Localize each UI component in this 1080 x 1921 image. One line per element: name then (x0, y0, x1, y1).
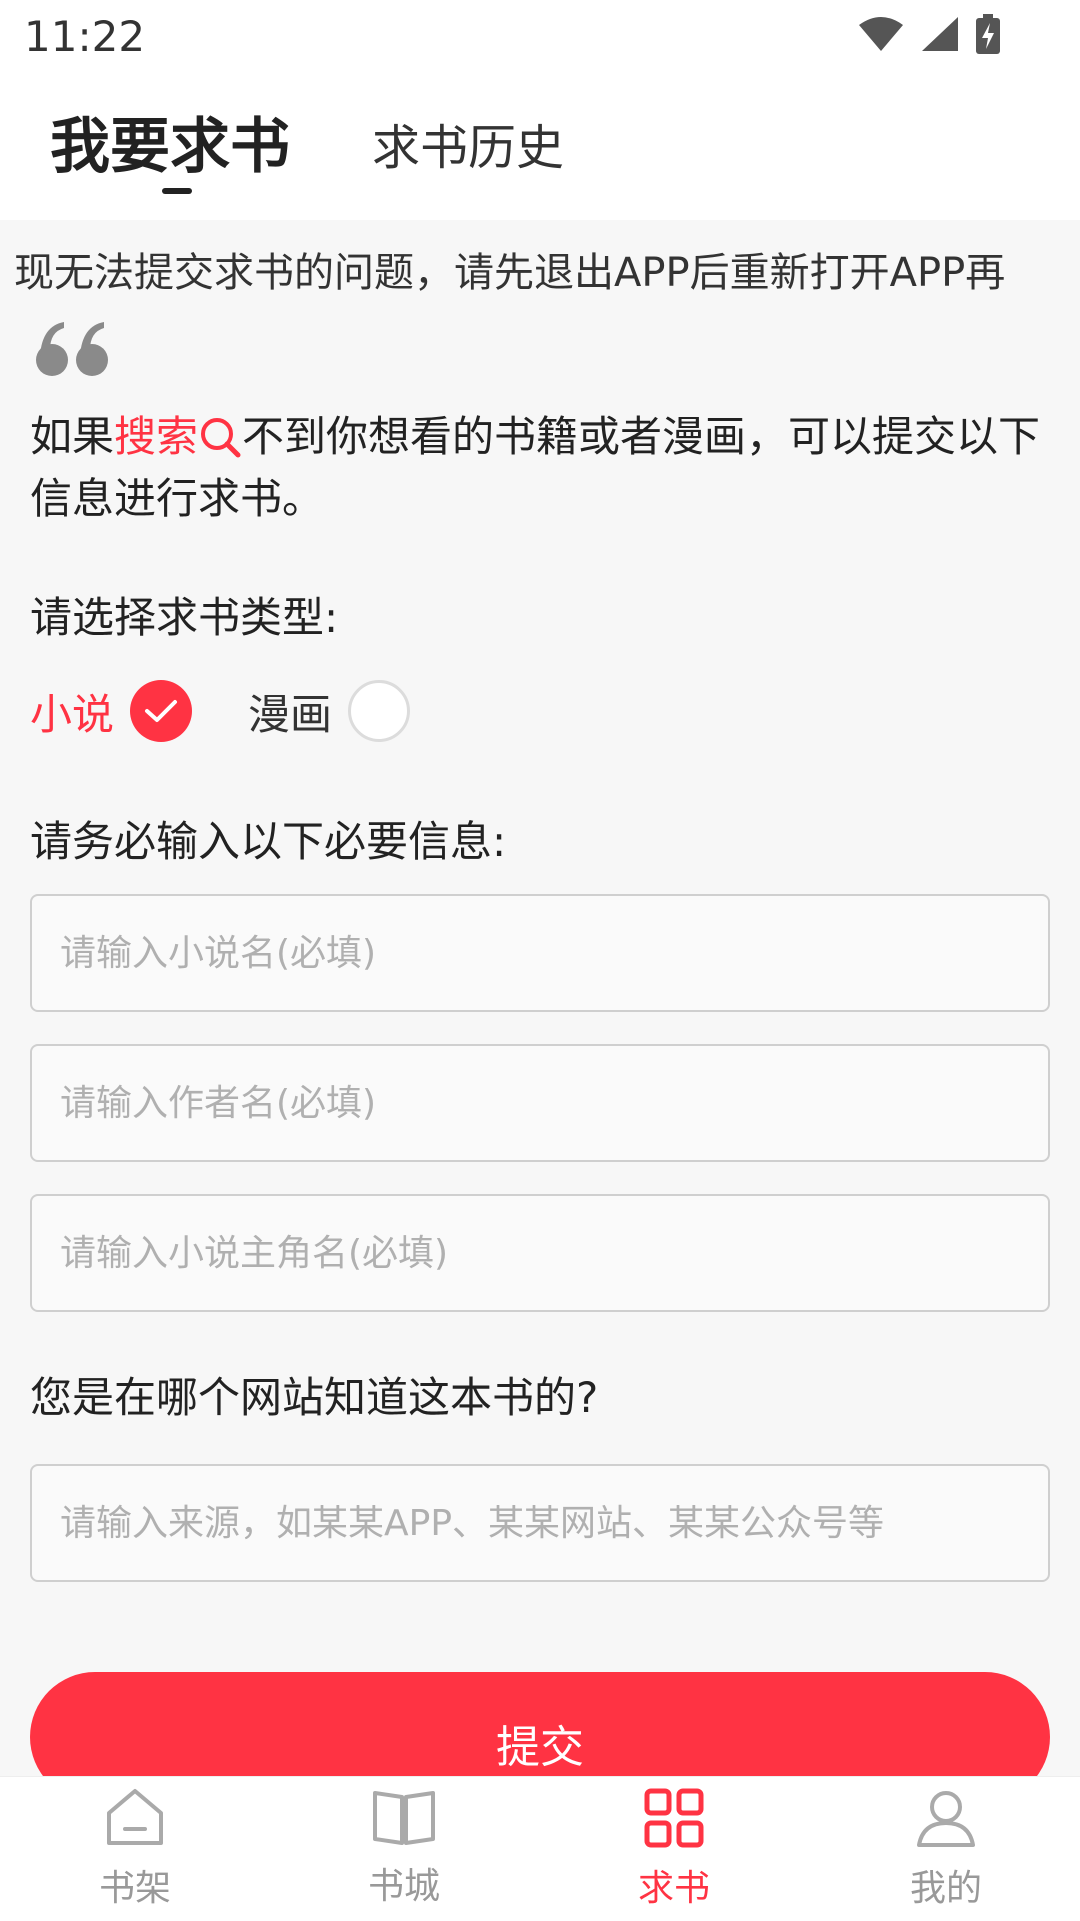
protagonist-name-input[interactable] (32, 1196, 1048, 1310)
status-bar: 11:22 (0, 0, 1080, 72)
status-icons (858, 14, 1000, 54)
type-label: 请选择求书类型: (30, 593, 339, 642)
notice-marquee: 现无法提交求书的问题，请先退出APP后重新打开APP再 (0, 220, 1080, 304)
tab-request-history[interactable]: 求书历史 (372, 108, 564, 178)
nav-item-request[interactable]: 求书 (594, 1787, 754, 1911)
nav-label-bookstore: 书城 (367, 1866, 440, 1907)
notice-text: 现无法提交求书的问题，请先退出APP后重新打开APP再 (14, 250, 1006, 296)
bottom-nav: 书架 书城 求书 我的 (0, 1776, 1080, 1921)
intro-prefix: 如果 (30, 412, 115, 461)
source-input[interactable] (32, 1466, 1048, 1580)
novel-name-field[interactable] (30, 894, 1050, 1012)
type-radio-group: 小说 漫画 (30, 680, 630, 746)
nav-label-mine: 我的 (909, 1868, 982, 1909)
signal-icon (922, 17, 958, 51)
nav-item-bookshelf[interactable]: 书架 (55, 1787, 215, 1911)
active-tab-indicator (162, 188, 192, 194)
required-label: 请务必输入以下必要信息: (30, 817, 507, 866)
nav-item-bookstore[interactable]: 书城 (324, 1787, 484, 1909)
search-link[interactable]: 搜索 (114, 412, 198, 461)
user-icon (917, 1791, 975, 1847)
nav-item-mine[interactable]: 我的 (866, 1787, 1026, 1911)
radio-comic[interactable]: 漫画 (248, 680, 411, 742)
radio-checked-icon[interactable] (130, 680, 193, 742)
header-tabs: 我要求书 求书历史 (0, 72, 1080, 220)
source-label: 您是在哪个网站知道这本书的? (30, 1373, 599, 1422)
wifi-icon (859, 17, 903, 51)
check-icon (145, 700, 178, 722)
intro-text: 如果搜索 不到你想看的书籍或者漫画，可以提交以下信息进行求书。 (30, 406, 1050, 530)
author-name-input[interactable] (32, 1046, 1048, 1160)
novel-name-input[interactable] (32, 896, 1048, 1010)
radio-comic-label: 漫画 (248, 689, 333, 739)
author-name-field[interactable] (30, 1044, 1050, 1162)
radio-novel-label: 小说 (30, 689, 115, 739)
nav-label-bookshelf: 书架 (98, 1868, 171, 1909)
radio-unchecked-icon[interactable] (348, 680, 411, 742)
grid-icon (644, 1788, 704, 1848)
radio-novel[interactable]: 小说 (30, 680, 193, 742)
protagonist-name-field[interactable] (30, 1194, 1050, 1312)
source-field[interactable] (30, 1464, 1050, 1582)
status-time: 11:22 (24, 12, 146, 61)
nav-label-request: 求书 (637, 1868, 710, 1909)
book-icon (373, 1791, 435, 1845)
search-icon[interactable] (198, 415, 242, 459)
battery-icon (976, 14, 1000, 54)
tab-request-book[interactable]: 我要求书 (50, 98, 290, 185)
quote-icon (36, 322, 108, 376)
bookshelf-icon (107, 1789, 163, 1845)
